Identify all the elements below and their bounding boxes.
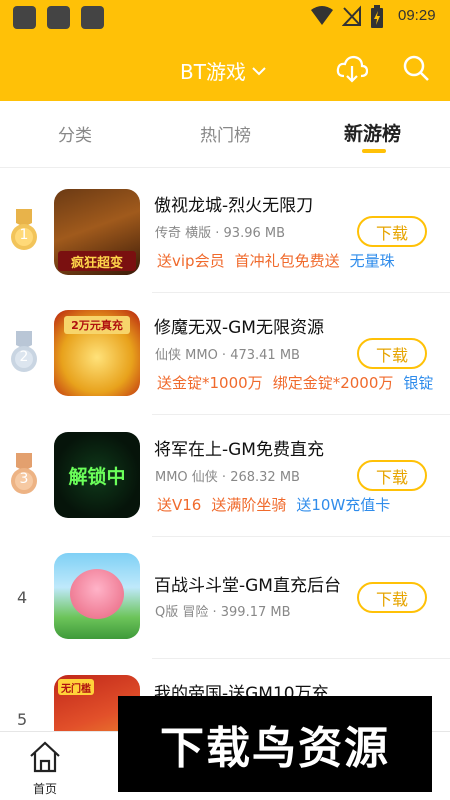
watermark: 下载鸟资源 — [118, 696, 432, 792]
thumb-text: 解锁中 — [68, 465, 126, 488]
tag: 送vip会员 — [157, 252, 225, 270]
game-name[interactable]: 傲视龙城-烈火无限刀 — [154, 191, 313, 216]
tag: 无量珠 — [349, 252, 395, 270]
rank-number: 2 — [19, 349, 29, 365]
rank-number: 4 — [17, 588, 28, 607]
download-button[interactable]: 下载 — [357, 338, 427, 369]
cloud-download-icon[interactable] — [336, 54, 368, 84]
thumb-text: 疯狂超变 — [70, 255, 123, 271]
search-icon[interactable] — [402, 54, 430, 82]
game-name[interactable]: 将军在上-GM免费直充 — [154, 435, 324, 460]
tag-list: 送V16 送满阶坐骑 送10W充值卡 — [157, 494, 450, 515]
rank-number: 5 — [17, 710, 28, 729]
game-thumbnail[interactable]: 疯狂超变 — [54, 189, 140, 275]
tag: 送满阶坐骑 — [211, 496, 287, 514]
game-meta: MMO 仙侠 · 268.32 MB — [155, 470, 300, 485]
header-title: BT游戏 — [180, 59, 246, 84]
divider — [0, 167, 450, 168]
tab-indicator — [362, 149, 386, 153]
game-thumbnail[interactable]: 解锁中 — [54, 432, 140, 518]
no-signal-icon — [342, 5, 361, 26]
game-meta: 仙侠 MMO · 473.41 MB — [155, 348, 300, 363]
app-header: 09:29 BT游戏 — [0, 0, 450, 101]
battery-charging-icon — [371, 5, 383, 28]
tab-category[interactable]: 分类 — [58, 121, 92, 146]
game-name[interactable]: 修魔无双-GM无限资源 — [154, 313, 324, 338]
game-row[interactable]: 3 解锁中 将军在上-GM免费直充 MMO 仙侠 · 268.32 MB 送V1… — [0, 415, 450, 537]
game-meta: Q版 冒险 · 399.17 MB — [155, 605, 291, 620]
home-icon[interactable] — [28, 740, 62, 774]
game-thumbnail[interactable]: 2万元真充 — [54, 310, 140, 396]
chevron-down-icon — [252, 67, 266, 76]
rank-number: 1 — [19, 227, 29, 243]
tab-new[interactable]: 新游榜 — [344, 119, 401, 146]
wifi-icon — [311, 6, 333, 25]
tag-list: 送vip会员 首冲礼包免费送 无量珠 — [157, 250, 450, 271]
game-row[interactable]: 1 疯狂超变 傲视龙城-烈火无限刀 传奇 横版 · 93.96 MB 送vip会… — [0, 171, 450, 293]
notification-icon — [13, 6, 36, 29]
tag: 绑定金锭*2000万 — [272, 374, 394, 392]
status-bar: 09:29 — [0, 0, 450, 34]
download-button[interactable]: 下载 — [357, 582, 427, 613]
tag: 送10W充值卡 — [296, 496, 391, 514]
game-name[interactable]: 百战斗斗堂-GM直充后台 — [154, 571, 341, 596]
game-thumbnail[interactable] — [54, 553, 140, 639]
tag: 送金锭*1000万 — [157, 374, 263, 392]
notification-icon — [47, 6, 70, 29]
tab-bar: 分类 热门榜 新游榜 — [0, 101, 450, 167]
nav-home-label[interactable]: 首页 — [33, 780, 57, 797]
tag: 银锭 — [403, 374, 434, 392]
notification-icon — [81, 6, 104, 29]
game-row[interactable]: 2 2万元真充 修魔无双-GM无限资源 仙侠 MMO · 473.41 MB 送… — [0, 293, 450, 415]
tag-list: 送金锭*1000万 绑定金锭*2000万 银锭 — [157, 372, 450, 393]
tag: 送V16 — [157, 496, 202, 514]
game-meta: 传奇 横版 · 93.96 MB — [155, 226, 286, 241]
rank-number: 3 — [19, 471, 29, 487]
download-button[interactable]: 下载 — [357, 460, 427, 491]
tab-hot[interactable]: 热门榜 — [200, 121, 251, 146]
thumb-text: 2万元真充 — [71, 319, 123, 332]
status-time: 09:29 — [398, 7, 436, 24]
thumb-text: 无门槛 — [61, 683, 91, 695]
watermark-text: 下载鸟资源 — [160, 723, 390, 774]
category-dropdown[interactable]: BT游戏 — [180, 55, 266, 85]
game-row[interactable]: 4 百战斗斗堂-GM直充后台 Q版 冒险 · 399.17 MB 下载 — [0, 537, 450, 659]
download-button[interactable]: 下载 — [357, 216, 427, 247]
tag: 首冲礼包免费送 — [234, 252, 340, 270]
